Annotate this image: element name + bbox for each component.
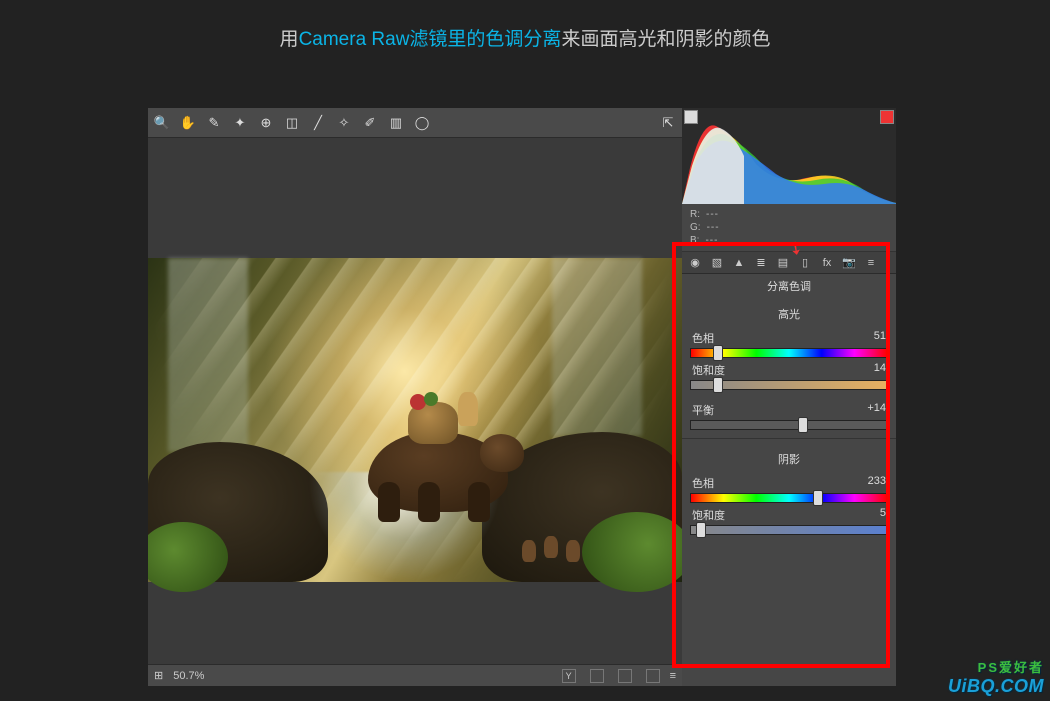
split-tone-panel: 高光 色相 51 饱和度 14 [682,298,896,686]
rgb-readout: R: --- G: --- B: --- [682,204,896,252]
toolbar: 🔍 ✋ ✎ ✦ ⊕ ◫ ╱ ✧ ✐ ▥ ◯ ⇱ [148,108,682,138]
watermark-line2: UiBQ.COM [948,676,1044,696]
compare-box-icon[interactable] [618,669,632,683]
shadows-hue-label: 色相 [692,475,714,491]
tab-detail-icon[interactable]: ▲ [732,256,746,270]
shadows-title: 阴影 [690,447,888,471]
camera-raw-window: 🔍 ✋ ✎ ✦ ⊕ ◫ ╱ ✧ ✐ ▥ ◯ ⇱ [148,108,896,686]
shadows-sat-row: 饱和度 5 [690,507,888,535]
highlights-sat-slider[interactable] [690,380,888,390]
instruction-caption: 用Camera Raw滤镜里的色调分离来画面高光和阴影的颜色 [0,0,1050,51]
compare-box2-icon[interactable] [646,669,660,683]
caption-prefix: 用 [280,29,299,50]
bear-subject [358,392,518,522]
balance-row: 平衡 +14 [690,402,888,430]
grid-icon[interactable]: ⊞ [154,669,163,682]
zoom-icon[interactable]: 🔍 [154,115,170,131]
highlights-hue-label: 色相 [692,330,714,346]
tab-hsl-icon[interactable]: ≣ [754,256,768,270]
left-column: 🔍 ✋ ✎ ✦ ⊕ ◫ ╱ ✧ ✐ ▥ ◯ ⇱ [148,108,682,686]
g-label: G: [690,221,701,234]
highlights-sat-value[interactable]: 14 [874,362,886,378]
status-bar: ⊞ 50.7% Y ≡ [148,664,682,686]
highlights-sat-label: 饱和度 [692,362,725,378]
tab-camera-icon[interactable]: 📷 [842,256,856,270]
export-icon[interactable]: ⇱ [660,115,676,131]
highlights-hue-slider[interactable] [690,348,888,358]
highlights-hue-value[interactable]: 51 [874,330,886,346]
right-panel: R: --- G: --- B: --- ➘ ◉ ▧ ▲ ≣ ▤ ▯ fx 📷 ≡ 分… [682,108,896,686]
menu-icon[interactable]: ≡ [670,670,676,682]
tab-curve-icon[interactable]: ▧ [710,256,724,270]
grad-icon[interactable]: ▥ [388,115,404,131]
highlights-title: 高光 [690,302,888,326]
watermark-line1: PS爱好者 [948,657,1044,676]
caption-suffix: 来画面高光和阴影的颜色 [561,29,770,50]
b-label: B: [690,234,699,247]
balance-slider[interactable] [690,420,888,430]
tab-lens-icon[interactable]: ▯ [798,256,812,270]
hand-icon[interactable]: ✋ [180,115,196,131]
histogram[interactable] [682,108,896,204]
spot-icon[interactable]: ✧ [336,115,352,131]
compare-y-icon[interactable]: Y [562,669,576,683]
watermark: PS爱好者 UiBQ.COM [948,657,1044,697]
canvas-area[interactable] [148,138,682,664]
tab-split-tone-icon[interactable]: ▤ [776,256,790,270]
shadows-hue-slider[interactable] [690,493,888,503]
highlights-sat-row: 饱和度 14 [690,362,888,390]
tab-fx-icon[interactable]: fx [820,256,834,270]
zoom-level[interactable]: 50.7% [173,670,204,682]
compare-split-icon[interactable] [590,669,604,683]
panel-title: 分离色调 [682,274,896,298]
tab-presets-icon[interactable]: ≡ [864,256,878,270]
shadows-sat-value[interactable]: 5 [880,507,886,523]
caption-accent: Camera Raw滤镜里的色调分离 [299,29,562,50]
target-icon[interactable]: ⊕ [258,115,274,131]
sampler-icon[interactable]: ✦ [232,115,248,131]
preview-image [148,258,682,582]
shadows-sat-label: 饱和度 [692,507,725,523]
adjustment-tabs: ➘ ◉ ▧ ▲ ≣ ▤ ▯ fx 📷 ≡ [682,252,896,274]
radial-icon[interactable]: ◯ [414,115,430,131]
ruler-icon[interactable]: ╱ [310,115,326,131]
brush-icon[interactable]: ✐ [362,115,378,131]
r-label: R: [690,208,700,221]
r-value: --- [706,208,719,221]
shadows-hue-value[interactable]: 233 [868,475,886,491]
balance-value[interactable]: +14 [867,402,886,418]
tab-basic-icon[interactable]: ◉ [688,256,702,270]
shadows-hue-row: 色相 233 [690,475,888,503]
g-value: --- [707,221,720,234]
crop-icon[interactable]: ◫ [284,115,300,131]
highlights-hue-row: 色相 51 [690,330,888,358]
shadows-sat-slider[interactable] [690,525,888,535]
b-value: --- [705,234,718,247]
eyedropper-icon[interactable]: ✎ [206,115,222,131]
balance-label: 平衡 [692,402,714,418]
